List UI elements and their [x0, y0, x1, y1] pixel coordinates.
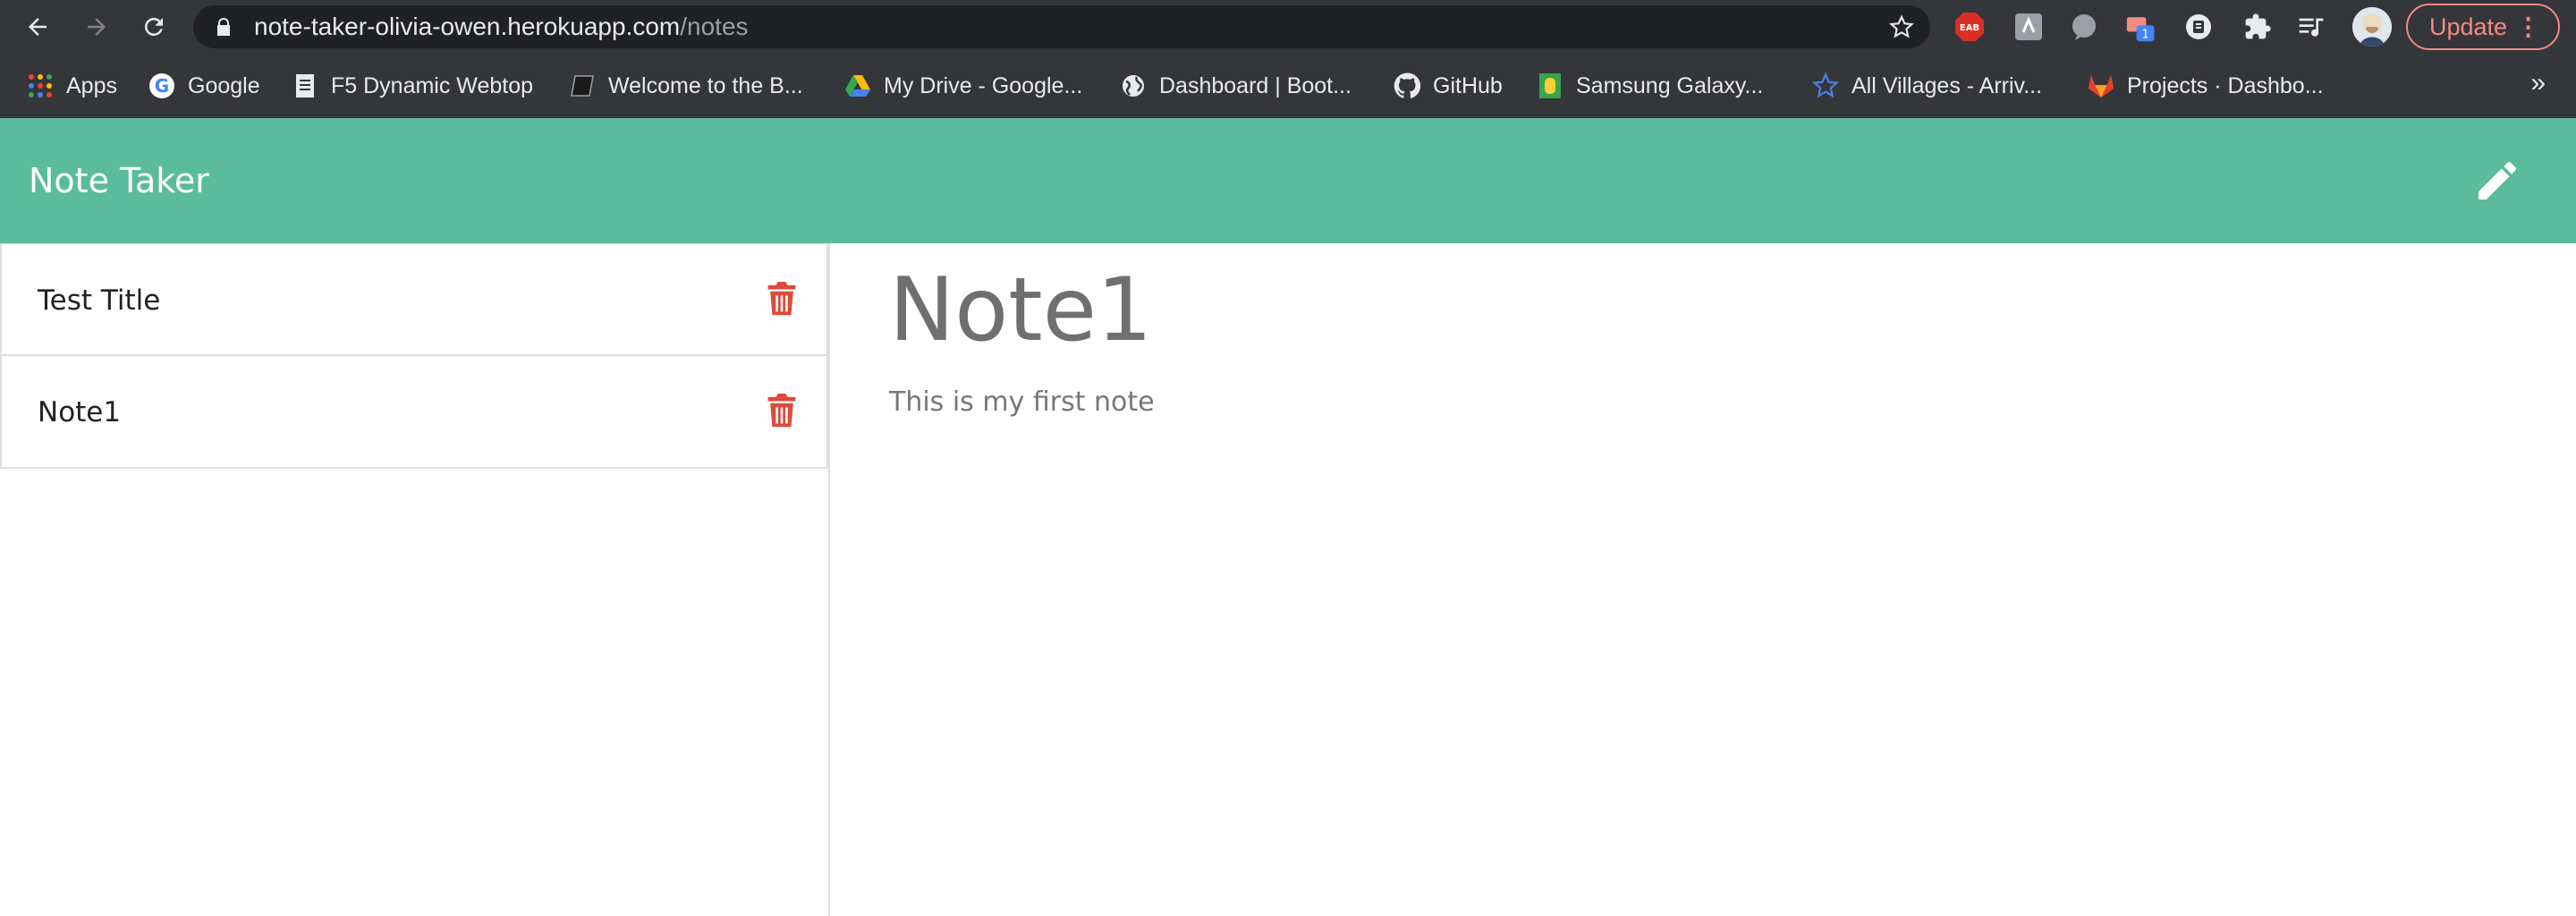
- bookmark-samsung[interactable]: Samsung Galaxy...: [1537, 54, 1763, 118]
- bookmark-all-villages[interactable]: All Villages - Arriv...: [1812, 54, 2042, 118]
- github-icon: [1394, 72, 1420, 99]
- chat-bubble-extension-icon[interactable]: [2068, 11, 2100, 43]
- bookmark-label: GitHub: [1433, 72, 1503, 98]
- browser-toolbar: note-taker-olivia-owen.herokuapp.com/not…: [0, 0, 2576, 54]
- media-queue-icon[interactable]: [2295, 11, 2327, 43]
- bookmark-apps[interactable]: Apps: [27, 54, 117, 118]
- url-text[interactable]: note-taker-olivia-owen.herokuapp.com/not…: [254, 5, 749, 48]
- eab-label: EAB: [1960, 23, 1979, 33]
- tab-extension-icon[interactable]: 1: [2125, 11, 2157, 43]
- bookmark-dashboard-boot[interactable]: Dashboard | Boot...: [1120, 54, 1352, 118]
- star-icon: [1812, 72, 1839, 99]
- new-note-button[interactable]: [2472, 156, 2522, 206]
- reload-button[interactable]: [134, 7, 174, 47]
- bookmarks-bar: Apps G Google F5 Dynamic Webtop Welcome …: [0, 54, 2576, 119]
- clipboard-extension-icon[interactable]: [2182, 11, 2215, 43]
- bookmark-projects[interactable]: Projects · Dashbo...: [2088, 54, 2324, 118]
- bookmark-label: Projects · Dashbo...: [2127, 72, 2324, 98]
- profile-avatar[interactable]: [2352, 7, 2392, 47]
- app-navbar: Note Taker: [0, 118, 2576, 243]
- trash-icon[interactable]: [766, 390, 798, 429]
- update-button[interactable]: Update ⋮: [2406, 4, 2560, 50]
- note-item-title[interactable]: Note1: [38, 356, 121, 469]
- update-label: Update: [2429, 13, 2508, 40]
- globe-icon: [1120, 72, 1147, 99]
- note-item-title[interactable]: Test Title: [38, 244, 160, 357]
- samsung-icon: [1537, 72, 1563, 99]
- url-host: note-taker-olivia-owen.herokuapp.com: [254, 13, 681, 40]
- eab-extension-icon[interactable]: EAB: [1953, 11, 1986, 43]
- bookmark-label: Google: [188, 72, 260, 98]
- note-editor: Note1 This is my first note: [830, 243, 2576, 916]
- notes-sidebar: Test Title Note1: [0, 243, 830, 916]
- forward-button[interactable]: [77, 7, 116, 47]
- document-icon: [292, 72, 318, 99]
- extensions-puzzle-icon[interactable]: [2241, 11, 2274, 43]
- puzzle-extension-icon[interactable]: [2012, 11, 2045, 43]
- note-textarea[interactable]: This is my first note: [889, 386, 1155, 418]
- arrow-left-icon: [29, 18, 47, 36]
- bookmark-google[interactable]: G Google: [148, 54, 260, 118]
- bookmarks-overflow-button[interactable]: »: [2530, 68, 2546, 98]
- bookmark-label: All Villages - Arriv...: [1852, 72, 2043, 98]
- list-item[interactable]: Note1: [0, 356, 828, 469]
- bookmark-welcome[interactable]: Welcome to the B...: [569, 54, 803, 118]
- bookmark-label: Welcome to the B...: [608, 72, 803, 98]
- bookmark-label: Dashboard | Boot...: [1159, 72, 1352, 98]
- url-path: /notes: [680, 13, 749, 40]
- bookmark-label: Apps: [66, 72, 117, 98]
- list-item[interactable]: Test Title: [0, 243, 828, 356]
- extension-badge: 1: [2141, 28, 2149, 42]
- reload-icon: [145, 17, 163, 36]
- bookmark-label: F5 Dynamic Webtop: [331, 72, 534, 98]
- svg-text:G: G: [155, 75, 169, 97]
- bookmark-star-icon[interactable]: [1889, 14, 1914, 39]
- address-bar[interactable]: note-taker-olivia-owen.herokuapp.com/not…: [193, 5, 1930, 48]
- trash-icon[interactable]: [766, 278, 798, 318]
- pencil-icon: [2479, 161, 2517, 199]
- apps-grid-icon: [27, 72, 54, 99]
- app-brand[interactable]: Note Taker: [29, 118, 209, 243]
- back-button[interactable]: [18, 7, 57, 47]
- google-icon: G: [148, 72, 175, 99]
- bookmark-github[interactable]: GitHub: [1394, 54, 1503, 118]
- note-title-input[interactable]: Note1: [889, 259, 1152, 361]
- bookmark-f5-webtop[interactable]: F5 Dynamic Webtop: [292, 54, 533, 118]
- bookmark-label: Samsung Galaxy...: [1576, 72, 1764, 98]
- note-list: Test Title Note1: [0, 243, 828, 469]
- drive-icon: [844, 72, 871, 99]
- menu-dots-icon[interactable]: ⋮: [2516, 5, 2540, 48]
- lock-icon: [217, 18, 230, 36]
- bookmark-label: My Drive - Google...: [884, 72, 1083, 98]
- bookmark-my-drive[interactable]: My Drive - Google...: [844, 54, 1082, 118]
- gitlab-icon: [2088, 72, 2114, 99]
- arrow-right-icon: [88, 18, 106, 36]
- book-icon: [569, 72, 596, 99]
